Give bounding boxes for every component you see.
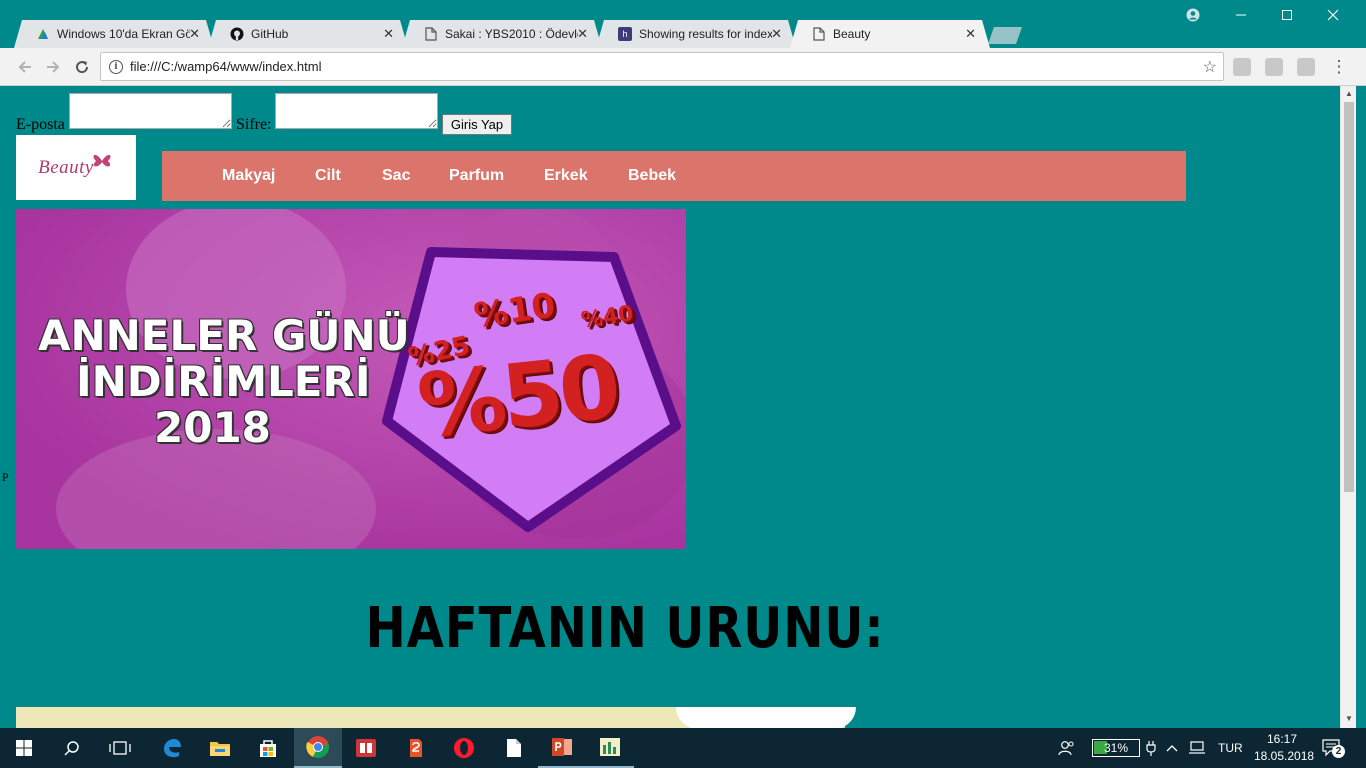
chevron-up-icon[interactable] (1166, 728, 1182, 768)
tab-title: Sakai : YBS2010 : Ödevler (445, 27, 578, 41)
banner-line-3: 2018 (154, 403, 271, 452)
new-tab-button[interactable] (988, 27, 1022, 44)
page-right-margin (1356, 86, 1366, 728)
butterfly-icon (93, 154, 111, 166)
close-window-icon[interactable] (1310, 4, 1356, 26)
leaf-favicon-icon (36, 27, 50, 41)
edge-icon[interactable] (148, 728, 196, 768)
nav-item-makyaj[interactable]: Makyaj (222, 167, 275, 185)
page-left-margin (0, 86, 8, 728)
nav-item-sac[interactable]: Sac (382, 167, 410, 185)
hu-favicon-icon: h (618, 27, 632, 41)
tablet-app-icon[interactable] (392, 728, 440, 768)
product-decor (676, 707, 856, 728)
product-of-the-week-heading: HAFTANIN URUNU: (365, 596, 885, 661)
maximize-icon[interactable] (1264, 4, 1310, 26)
page-icon (812, 27, 826, 41)
close-tab-icon[interactable]: ✕ (189, 26, 200, 42)
tab-windows-10[interactable]: Windows 10'da Ekran Gö ✕ (14, 20, 214, 48)
browser-toolbar: i file:///C:/wamp64/www/index.html ☆ ⋮ (0, 48, 1366, 86)
profile-icon[interactable] (1170, 4, 1216, 26)
email-label: E-posta (16, 116, 65, 133)
notification-count: 2 (1332, 745, 1345, 758)
password-field[interactable] (275, 93, 438, 129)
password-label: Sifre: (236, 116, 272, 133)
address-bar[interactable]: i file:///C:/wamp64/www/index.html ☆ (100, 52, 1224, 81)
banner-line-2: İNDİRİMLERİ (76, 357, 371, 406)
scroll-up-icon[interactable]: ▲ (1345, 89, 1353, 98)
page-viewport: E-posta Sifre: Giris Yap Beauty Makyaj C… (8, 86, 1340, 728)
chrome-icon[interactable] (294, 728, 342, 768)
reload-icon[interactable] (71, 56, 93, 78)
page-icon (424, 27, 438, 41)
github-icon (230, 27, 244, 41)
email-field[interactable] (69, 93, 232, 129)
store-icon[interactable] (244, 728, 292, 768)
start-windows-icon[interactable] (0, 728, 48, 768)
battery-percent: 31% (1103, 741, 1129, 755)
tab-title: Showing results for index (639, 27, 772, 41)
powerpoint-icon[interactable] (538, 728, 586, 768)
product-image[interactable] (16, 707, 856, 728)
nav-item-bebek[interactable]: Bebek (628, 167, 676, 185)
language-indicator[interactable]: TUR (1218, 728, 1244, 768)
blank-document-icon[interactable] (490, 728, 538, 768)
login-button[interactable]: Giris Yap (442, 114, 512, 135)
tab-sakai[interactable]: Sakai : YBS2010 : Ödevler ✕ (402, 20, 602, 48)
logo-text: Beauty (38, 156, 94, 178)
tab-title: GitHub (251, 27, 289, 41)
info-icon[interactable]: i (109, 59, 123, 74)
puzzle-extension-icon[interactable] (1297, 58, 1315, 76)
project-app-icon[interactable] (586, 728, 634, 768)
power-plug-icon (1146, 728, 1160, 768)
reader-app-icon[interactable] (342, 728, 390, 768)
nav-item-erkek[interactable]: Erkek (544, 167, 588, 185)
forward-arrow-icon[interactable] (42, 56, 64, 78)
clock[interactable]: 16:17 18.05.2018 (1254, 731, 1315, 765)
camera-extension-icon[interactable] (1265, 58, 1283, 76)
url-text: file:///C:/wamp64/www/index.html (130, 59, 322, 74)
browser-chrome: Windows 10'da Ekran Gö ✕ GitHub ✕ Sakai … (0, 0, 1366, 86)
page-scrollbar[interactable]: ▲ ▼ (1340, 86, 1356, 728)
back-arrow-icon[interactable] (14, 56, 36, 78)
nav-item-parfum[interactable]: Parfum (449, 167, 504, 185)
minimize-icon[interactable] (1218, 4, 1264, 26)
tab-github[interactable]: GitHub ✕ (208, 20, 408, 48)
banner-line-1: ANNELER GÜNÜ (38, 311, 410, 360)
scrollbar-thumb[interactable] (1344, 102, 1354, 492)
network-icon[interactable] (1188, 728, 1210, 768)
close-tab-icon[interactable]: ✕ (383, 26, 394, 42)
search-icon[interactable] (48, 728, 96, 768)
beauty-logo[interactable]: Beauty (16, 135, 136, 200)
close-tab-icon[interactable]: ✕ (577, 26, 588, 42)
tab-search-results[interactable]: h Showing results for index ✕ (596, 20, 796, 48)
tab-beauty[interactable]: Beauty ✕ (790, 20, 990, 48)
discount-50: %50 (413, 334, 622, 459)
windows-taskbar: 31% TUR 16:17 18.05.2018 2 (0, 728, 1366, 768)
bookmark-star-icon[interactable]: ☆ (1203, 57, 1217, 77)
tab-title: Beauty (833, 27, 871, 41)
battery-indicator[interactable]: 31% (1092, 739, 1140, 757)
tab-strip: Windows 10'da Ekran Gö ✕ GitHub ✕ Sakai … (0, 0, 1366, 48)
mothers-day-banner[interactable]: ANNELER GÜNÜ İNDİRİMLERİ 2018 %25 %10 %4… (16, 209, 686, 549)
menu-kebab-icon[interactable]: ⋮ (1328, 56, 1350, 78)
opera-icon[interactable] (440, 728, 488, 768)
extension-icon[interactable] (1233, 58, 1251, 76)
people-icon[interactable] (1058, 728, 1080, 768)
notifications-icon[interactable]: 2 (1322, 739, 1345, 758)
nav-item-cilt[interactable]: Cilt (315, 167, 341, 185)
task-view-icon[interactable] (96, 728, 144, 768)
main-nav: Makyaj Cilt Sac Parfum Erkek Bebek (162, 151, 1186, 201)
close-tab-icon[interactable]: ✕ (965, 26, 976, 42)
clock-time: 16:17 (1266, 732, 1298, 746)
scroll-down-icon[interactable]: ▼ (1345, 714, 1353, 723)
close-tab-icon[interactable]: ✕ (771, 26, 782, 42)
file-explorer-icon[interactable] (196, 728, 244, 768)
clock-date: 18.05.2018 (1254, 749, 1315, 763)
tab-title: Windows 10'da Ekran Gö (57, 27, 190, 41)
